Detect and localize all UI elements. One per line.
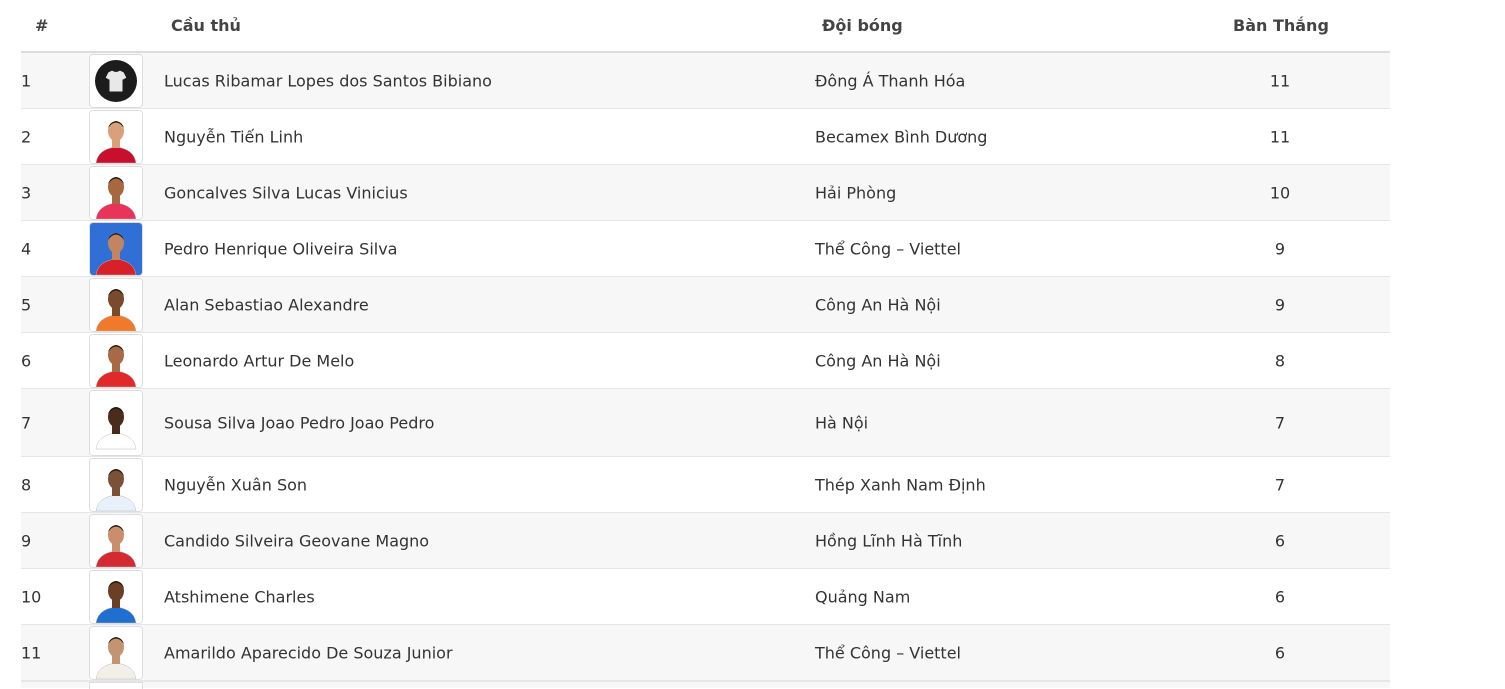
avatar bbox=[89, 682, 143, 689]
header-rank: # bbox=[35, 16, 49, 35]
team-name-link[interactable]: Đông Á Thanh Hóa bbox=[815, 71, 965, 90]
goals-value: 8 bbox=[1274, 351, 1286, 370]
team-name-link[interactable]: Thể Công – Viettel bbox=[815, 239, 961, 258]
player-avatar[interactable] bbox=[89, 333, 143, 388]
goals-value: 10 bbox=[1269, 183, 1291, 202]
rank-cell: 11 bbox=[21, 643, 42, 662]
header-goals[interactable]: Bàn Thắng bbox=[1233, 16, 1329, 35]
table-row[interactable]: 7 Sousa Silva Joao Pedro Joao Pedro Hà Nội… bbox=[21, 389, 1390, 457]
player-name-link[interactable]: Nguyễn Xuân Son bbox=[164, 475, 307, 494]
rank-cell: 5 bbox=[21, 295, 32, 314]
goals-value: 6 bbox=[1274, 531, 1286, 550]
team-name-link[interactable]: Becamex Bình Dương bbox=[815, 127, 987, 146]
table-header: # Cầu thủ Đội bóng Bàn Thắng bbox=[21, 0, 1390, 53]
team-name-link[interactable]: Thép Xanh Nam Định bbox=[815, 475, 986, 494]
team-name-link[interactable]: Công An Hà Nội bbox=[815, 351, 941, 370]
player-name-link[interactable]: Lucas Ribamar Lopes dos Santos Bibiano bbox=[164, 71, 492, 90]
goals-value: 6 bbox=[1274, 587, 1286, 606]
table-row[interactable]: 10 Atshimene Charles Quảng Nam 6 bbox=[21, 569, 1390, 625]
player-name-link[interactable]: Sousa Silva Joao Pedro Joao Pedro bbox=[164, 413, 434, 432]
player-avatar[interactable] bbox=[89, 569, 143, 624]
jersey-icon[interactable] bbox=[89, 53, 143, 108]
goals-value: 11 bbox=[1269, 127, 1291, 146]
player-avatar[interactable] bbox=[89, 165, 143, 220]
player-name-link[interactable]: Nguyễn Tiến Linh bbox=[164, 127, 303, 146]
player-name-link[interactable]: Alan Sebastiao Alexandre bbox=[164, 295, 369, 314]
rank-cell: 6 bbox=[21, 351, 32, 370]
rank-cell: 9 bbox=[21, 531, 32, 550]
player-avatar[interactable] bbox=[89, 625, 143, 680]
rank-cell: 1 bbox=[21, 71, 32, 90]
player-name-link[interactable]: Atshimene Charles bbox=[164, 587, 315, 606]
rank-cell: 4 bbox=[21, 239, 32, 258]
table-row[interactable]: 3 Goncalves Silva Lucas Vinicius Hải Phòng… bbox=[21, 165, 1390, 221]
team-name-link[interactable]: Hồng Lĩnh Hà Tĩnh bbox=[815, 531, 962, 550]
goals-value: 9 bbox=[1274, 295, 1286, 314]
goals-value: 7 bbox=[1274, 475, 1286, 494]
header-team[interactable]: Đội bóng bbox=[822, 16, 903, 35]
team-name-link[interactable]: Thể Công – Viettel bbox=[815, 643, 961, 662]
rank-cell: 8 bbox=[21, 475, 32, 494]
team-name-link[interactable]: Hải Phòng bbox=[815, 183, 896, 202]
player-name-link[interactable]: Goncalves Silva Lucas Vinicius bbox=[164, 183, 408, 202]
team-name-link[interactable]: Quảng Nam bbox=[815, 587, 910, 606]
table-row[interactable]: 9 Candido Silveira Geovane Magno Hồng Lĩnh… bbox=[21, 513, 1390, 569]
team-name-link[interactable]: Công An Hà Nội bbox=[815, 295, 941, 314]
table-row[interactable]: 1 Lucas Ribamar Lopes dos Santos Bibiano Đ… bbox=[21, 53, 1390, 109]
player-name-link[interactable]: Leonardo Artur De Melo bbox=[164, 351, 354, 370]
table-row[interactable]: 4 Pedro Henrique Oliveira Silva Thể Công –… bbox=[21, 221, 1390, 277]
top-scorers-table: # Cầu thủ Đội bóng Bàn Thắng 1 Lucas Riba… bbox=[21, 0, 1390, 681]
team-name-link[interactable]: Hà Nội bbox=[815, 413, 868, 432]
player-avatar[interactable] bbox=[89, 457, 143, 512]
table-row[interactable]: 5 Alan Sebastiao Alexandre Công An Hà Nội 9 bbox=[21, 277, 1390, 333]
goals-value: 9 bbox=[1274, 239, 1286, 258]
table-body: 1 Lucas Ribamar Lopes dos Santos Bibiano Đ… bbox=[21, 53, 1390, 681]
player-avatar[interactable] bbox=[89, 109, 143, 164]
goals-value: 7 bbox=[1274, 413, 1286, 432]
goals-value: 11 bbox=[1269, 71, 1291, 90]
player-avatar[interactable] bbox=[89, 221, 143, 276]
rank-cell: 7 bbox=[21, 413, 32, 432]
player-avatar[interactable] bbox=[89, 513, 143, 568]
rank-cell: 3 bbox=[21, 183, 32, 202]
player-name-link[interactable]: Amarildo Aparecido De Souza Junior bbox=[164, 643, 453, 662]
table-row[interactable]: 6 Leonardo Artur De Melo Công An Hà Nội 8 bbox=[21, 333, 1390, 389]
player-avatar[interactable] bbox=[89, 389, 143, 456]
header-player[interactable]: Cầu thủ bbox=[171, 16, 241, 35]
player-name-link[interactable]: Candido Silveira Geovane Magno bbox=[164, 531, 429, 550]
rank-cell: 2 bbox=[21, 127, 32, 146]
player-avatar[interactable] bbox=[89, 277, 143, 332]
player-name-link[interactable]: Pedro Henrique Oliveira Silva bbox=[164, 239, 397, 258]
table-row[interactable]: 11 Amarildo Aparecido De Souza Junior Thể … bbox=[21, 625, 1390, 681]
table-row[interactable]: 2 Nguyễn Tiến Linh Becamex Bình Dương 11 bbox=[21, 109, 1390, 165]
rank-cell: 10 bbox=[21, 587, 42, 606]
goals-value: 6 bbox=[1274, 643, 1286, 662]
table-row[interactable]: 8 Nguyễn Xuân Son Thép Xanh Nam Định 7 bbox=[21, 457, 1390, 513]
